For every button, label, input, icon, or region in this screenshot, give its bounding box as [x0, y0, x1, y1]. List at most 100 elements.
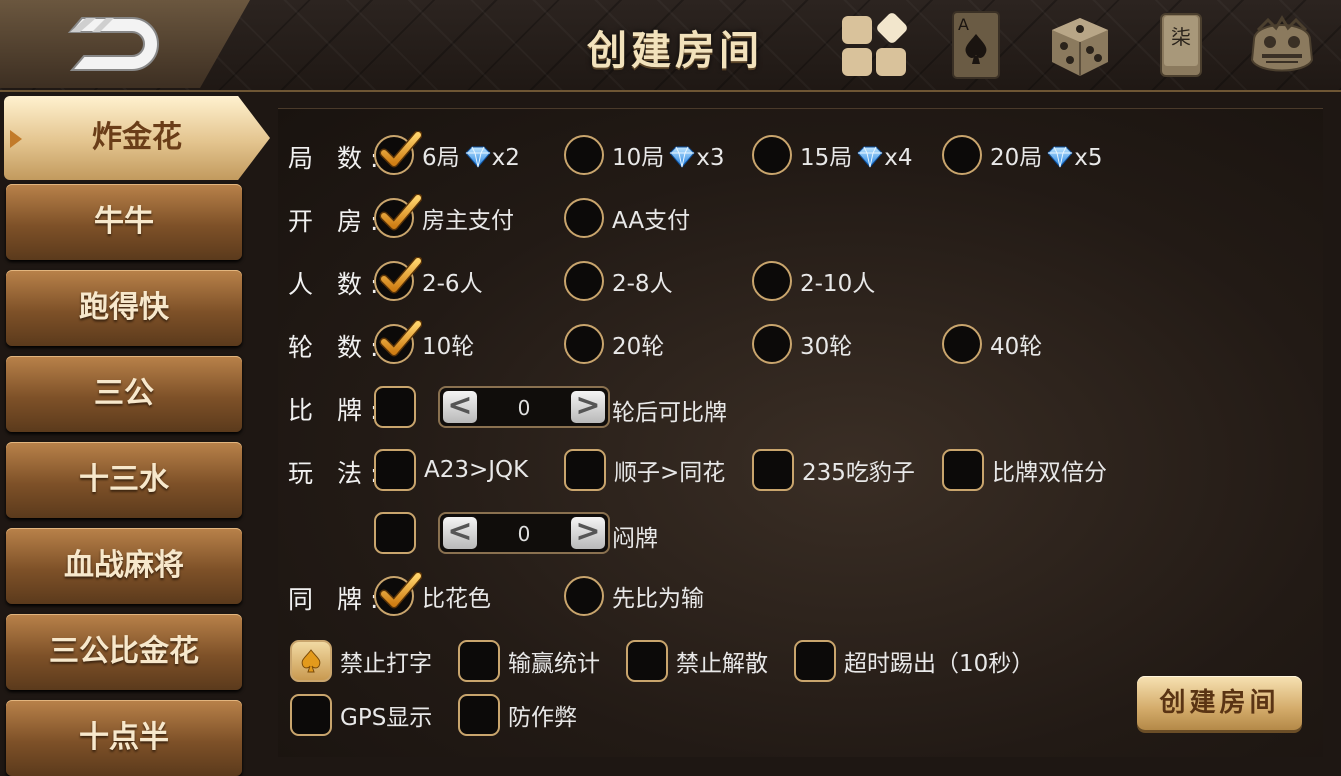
- checkbox[interactable]: [374, 449, 416, 491]
- checkbox[interactable]: [374, 386, 416, 428]
- radio[interactable]: [942, 135, 982, 175]
- cost-label: x4: [884, 145, 913, 171]
- radio[interactable]: [564, 198, 604, 238]
- play-option-double[interactable]: 比牌双倍分: [942, 448, 1107, 492]
- sidebar-item-sangong[interactable]: 三公: [6, 356, 242, 432]
- compare-label: 比 牌:: [288, 396, 387, 425]
- decrement-button[interactable]: <: [443, 391, 477, 423]
- turns-option-20[interactable]: 20轮: [564, 322, 664, 366]
- payment-option-owner[interactable]: 房主支付: [374, 196, 514, 240]
- checkbox[interactable]: [794, 640, 836, 682]
- sidebar-item-shidianban[interactable]: 十点半: [6, 700, 242, 776]
- sidebar-item-paodekuai[interactable]: 跑得快: [6, 270, 242, 346]
- turns-option-10[interactable]: 10轮: [374, 322, 474, 366]
- rounds-option-20[interactable]: 20局 x5: [942, 133, 1103, 177]
- same-option-suit[interactable]: 比花色: [374, 574, 491, 618]
- check-icon: [378, 257, 422, 297]
- radio[interactable]: [752, 135, 792, 175]
- radio[interactable]: [752, 324, 792, 364]
- checkbox[interactable]: [458, 694, 500, 736]
- checkbox[interactable]: [290, 640, 332, 682]
- players-option-2-6[interactable]: 2-6人: [374, 259, 483, 303]
- decrement-button[interactable]: <: [443, 517, 477, 549]
- players-label: 人 数:: [288, 270, 387, 299]
- extra-gps[interactable]: GPS显示: [290, 693, 432, 737]
- option-label: 10局: [612, 145, 665, 171]
- sidebar-item-label: 牛牛: [94, 204, 154, 239]
- compare-stepper: < 0 >: [438, 386, 610, 428]
- turns-label: 轮 数:: [288, 333, 387, 362]
- players-option-2-8[interactable]: 2-8人: [564, 259, 673, 303]
- option-label: 先比为输: [612, 586, 704, 612]
- checkbox[interactable]: [626, 640, 668, 682]
- radio[interactable]: [374, 198, 414, 238]
- option-label: 比花色: [422, 586, 491, 612]
- create-room-button[interactable]: 创建房间: [1137, 676, 1302, 730]
- rounds-option-6[interactable]: 6局 x2: [374, 133, 520, 177]
- checkbox[interactable]: [374, 512, 416, 554]
- extra-no-typing[interactable]: 禁止打字: [290, 639, 432, 683]
- checkbox[interactable]: [564, 449, 606, 491]
- option-label: 输赢统计: [508, 651, 600, 677]
- ace-spade-card-icon[interactable]: A: [950, 10, 1002, 80]
- radio[interactable]: [374, 576, 414, 616]
- increment-button[interactable]: >: [571, 517, 605, 549]
- radio[interactable]: [374, 324, 414, 364]
- play-option-straight[interactable]: 顺子>同花: [564, 448, 725, 492]
- radio[interactable]: [564, 135, 604, 175]
- sidebar-item-niuniu[interactable]: 牛牛: [6, 184, 242, 260]
- play-option-a23[interactable]: A23>JQK: [374, 448, 528, 492]
- rounds-label: 局 数:: [288, 144, 387, 173]
- radio[interactable]: [564, 324, 604, 364]
- checkbox[interactable]: [290, 694, 332, 736]
- rounds-option-10[interactable]: 10局 x3: [564, 133, 725, 177]
- radio[interactable]: [374, 135, 414, 175]
- active-indicator-icon: [10, 130, 22, 148]
- mahjong-tile-icon[interactable]: 柒: [1158, 10, 1204, 80]
- diamond-icon: [464, 146, 492, 168]
- same-option-first-loses[interactable]: 先比为输: [564, 574, 704, 618]
- lion-dance-icon[interactable]: [1246, 10, 1318, 80]
- radio[interactable]: [752, 261, 792, 301]
- grid-icon[interactable]: [838, 10, 912, 80]
- dice-icon[interactable]: [1044, 10, 1116, 80]
- game-sidebar: 炸金花 牛牛 跑得快 三公 十三水 血战麻将 三公比金花 十点半: [0, 92, 272, 776]
- radio[interactable]: [374, 261, 414, 301]
- radio[interactable]: [564, 261, 604, 301]
- compare-toggle[interactable]: [374, 385, 416, 429]
- checkbox[interactable]: [942, 449, 984, 491]
- extra-win-stats[interactable]: 输赢统计: [458, 639, 600, 683]
- radio[interactable]: [942, 324, 982, 364]
- checkbox[interactable]: [458, 640, 500, 682]
- cost-label: x5: [1074, 145, 1103, 171]
- turns-option-40[interactable]: 40轮: [942, 322, 1042, 366]
- sidebar-item-xuezhanmajiang[interactable]: 血战麻将: [6, 528, 242, 604]
- stepper-value: 0: [517, 396, 531, 420]
- option-label: 2-10人: [800, 271, 876, 297]
- play-label: 玩 法:: [288, 459, 387, 488]
- check-icon: [378, 131, 422, 171]
- check-icon: [378, 572, 422, 612]
- spade-icon: [301, 649, 321, 673]
- turns-option-30[interactable]: 30轮: [752, 322, 852, 366]
- option-label: GPS显示: [340, 705, 433, 731]
- back-button[interactable]: [0, 0, 250, 88]
- payment-option-aa[interactable]: AA支付: [564, 196, 690, 240]
- checkbox[interactable]: [752, 449, 794, 491]
- sidebar-item-label: 血战麻将: [64, 548, 184, 583]
- play-option-235[interactable]: 235吃豹子: [752, 448, 915, 492]
- diamond-icon: [856, 146, 884, 168]
- blind-suffix: 闷牌: [612, 526, 658, 552]
- radio[interactable]: [564, 576, 604, 616]
- extra-no-dissolve[interactable]: 禁止解散: [626, 639, 768, 683]
- players-option-2-10[interactable]: 2-10人: [752, 259, 875, 303]
- rounds-option-15[interactable]: 15局 x4: [752, 133, 913, 177]
- sidebar-item-shisanshui[interactable]: 十三水: [6, 442, 242, 518]
- blind-toggle[interactable]: [374, 511, 416, 555]
- extra-anti-cheat[interactable]: 防作弊: [458, 693, 577, 737]
- extra-timeout-kick[interactable]: 超时踢出（10秒）: [794, 639, 1034, 683]
- sidebar-item-zhajinhua[interactable]: 炸金花: [4, 96, 270, 180]
- increment-button[interactable]: >: [571, 391, 605, 423]
- option-label: A23>JQK: [424, 457, 529, 483]
- sidebar-item-sangongbijinhua[interactable]: 三公比金花: [6, 614, 242, 690]
